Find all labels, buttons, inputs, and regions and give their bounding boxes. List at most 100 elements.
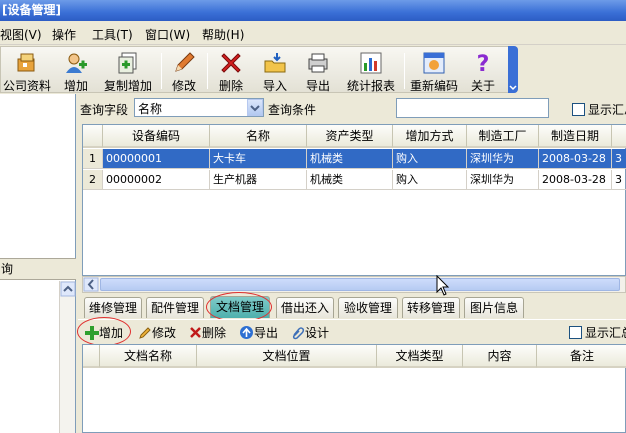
recode-icon	[423, 52, 445, 74]
query-condition-label: 查询条件	[268, 103, 317, 117]
query-condition-input[interactable]	[396, 98, 549, 118]
col-header-content[interactable]: 内容	[463, 345, 537, 368]
menu-view[interactable]: 视图(V)	[0, 26, 42, 43]
import-button[interactable]: 导入	[259, 47, 291, 93]
delete-button[interactable]: 删除	[215, 47, 247, 93]
col-header-remark[interactable]: 备注	[537, 345, 626, 368]
left-query-label: 询	[1, 262, 14, 276]
col-header-factory[interactable]: 制造工厂	[467, 125, 539, 148]
tab-parts[interactable]: 配件管理	[146, 297, 204, 318]
show-summary-checkbox[interactable]	[572, 103, 585, 116]
company-icon	[17, 53, 35, 72]
delete-x-icon	[221, 53, 241, 73]
table-cell[interactable]: 深圳华为	[467, 170, 539, 190]
pencil-icon	[175, 52, 195, 72]
window-title-bar: [设备管理]	[0, 0, 626, 21]
doc-show-summary-label: 显示汇总	[585, 326, 626, 340]
row-number[interactable]: 1	[83, 149, 103, 169]
mouse-cursor-icon	[436, 275, 450, 296]
delete-x-icon	[190, 327, 201, 338]
col-header-asset-type[interactable]: 资产类型	[307, 125, 393, 148]
company-info-button[interactable]: 公司资料	[1, 47, 53, 93]
table-header-corner	[83, 125, 103, 148]
query-field-value: 名称	[138, 102, 163, 116]
menu-operate[interactable]: 操作	[52, 26, 76, 43]
col-header-doc-name[interactable]: 文档名称	[100, 345, 197, 368]
tab-maintenance[interactable]: 维修管理	[84, 297, 142, 318]
highlight-ring-tab	[206, 292, 272, 322]
table-cell[interactable]: 机械类	[307, 149, 393, 169]
col-header-add-method[interactable]: 增加方式	[393, 125, 467, 148]
table-cell[interactable]: 2008-03-28	[539, 170, 612, 190]
edit-button[interactable]: 修改	[168, 47, 200, 93]
table-cell[interactable]: 3	[612, 170, 626, 190]
highlight-ring-add	[77, 317, 131, 346]
document-toolbar: 增加 修改 删除 导出 设计 显示汇总	[78, 319, 626, 343]
query-field-select[interactable]: 名称	[134, 98, 264, 117]
doc-show-summary-checkbox[interactable]	[569, 326, 582, 339]
detail-tabs: 维修管理 配件管理 文档管理 借出还入 验收管理 转移管理 图片信息	[82, 296, 626, 318]
chevron-down-icon	[509, 85, 517, 91]
tab-acceptance[interactable]: 验收管理	[338, 297, 398, 318]
col-header-doc-type[interactable]: 文档类型	[377, 345, 463, 368]
table-cell[interactable]: 3	[612, 149, 626, 169]
table-cell[interactable]: 大卡车	[210, 149, 307, 169]
query-field-label: 查询字段	[80, 103, 129, 117]
table-cell[interactable]: 机械类	[307, 170, 393, 190]
scroll-left-icon	[83, 277, 99, 292]
window-title: [设备管理]	[2, 3, 61, 17]
col-header-doc-location[interactable]: 文档位置	[197, 345, 377, 368]
doc-design-button[interactable]: 设计	[291, 324, 329, 341]
menu-help[interactable]: 帮助(H)	[202, 26, 244, 43]
col-header-code[interactable]: 设备编码	[103, 125, 210, 148]
table-cell[interactable]: 生产机器	[210, 170, 307, 190]
import-icon	[264, 53, 286, 73]
search-bar: 查询字段 名称 查询条件 显示汇总	[78, 95, 626, 122]
scroll-thumb[interactable]	[100, 278, 620, 291]
table-cell[interactable]: 购入	[393, 170, 467, 190]
show-summary-label: 显示汇总	[588, 103, 626, 117]
col-header-date[interactable]: 制造日期	[539, 125, 612, 148]
table-cell[interactable]: 00000002	[103, 170, 210, 190]
add-user-icon	[66, 53, 87, 73]
tab-images[interactable]: 图片信息	[464, 297, 524, 318]
table-cell[interactable]: 深圳华为	[467, 149, 539, 169]
doc-edit-button[interactable]: 修改	[138, 324, 176, 341]
doc-export-button[interactable]: 导出	[239, 324, 278, 341]
export-icon	[308, 53, 328, 73]
left-query-header: 询	[0, 258, 76, 280]
copy-add-icon	[118, 52, 137, 74]
about-button[interactable]: ? 关于	[467, 47, 499, 93]
menu-tools[interactable]: 工具(T)	[92, 26, 133, 43]
scroll-up-icon	[60, 281, 76, 297]
col-header-extra[interactable]	[612, 125, 626, 148]
add-button[interactable]: 增加	[60, 47, 92, 93]
col-header-name[interactable]: 名称	[210, 125, 307, 148]
chevron-down-icon	[250, 105, 260, 112]
query-field-dropdown[interactable]	[247, 99, 263, 116]
row-number[interactable]: 2	[83, 170, 103, 190]
document-table: 文档名称 文档位置 文档类型 内容 备注	[82, 344, 626, 433]
statistics-report-button[interactable]: 统计报表	[344, 47, 398, 93]
pencil-icon	[139, 327, 151, 339]
table-cell[interactable]: 00000001	[103, 149, 210, 169]
main-toolbar: 公司资料 增加 复制增加 修改 删除 导入 导出 统计报表 重新编码 ? 关于	[0, 46, 518, 93]
export-circle-icon	[240, 326, 253, 339]
copy-add-button[interactable]: 复制增加	[101, 47, 155, 93]
toolbar-overflow-chevron[interactable]	[508, 46, 518, 93]
tab-transfer[interactable]: 转移管理	[402, 297, 460, 318]
menu-window[interactable]: 窗口(W)	[145, 26, 190, 43]
svg-text:?: ?	[477, 52, 490, 75]
left-vertical-scrollbar[interactable]	[59, 281, 76, 433]
table-cell[interactable]: 2008-03-28	[539, 149, 612, 169]
recode-button[interactable]: 重新编码	[409, 47, 459, 93]
tab-lend-return[interactable]: 借出还入	[276, 297, 334, 318]
table-cell[interactable]: 购入	[393, 149, 467, 169]
question-icon: ?	[477, 52, 490, 75]
chart-icon	[360, 52, 382, 74]
doc-delete-button[interactable]: 删除	[189, 324, 226, 341]
table-horizontal-scrollbar[interactable]	[82, 276, 626, 293]
table-header-corner	[83, 345, 100, 368]
paperclip-icon	[292, 327, 305, 340]
export-button[interactable]: 导出	[302, 47, 334, 93]
